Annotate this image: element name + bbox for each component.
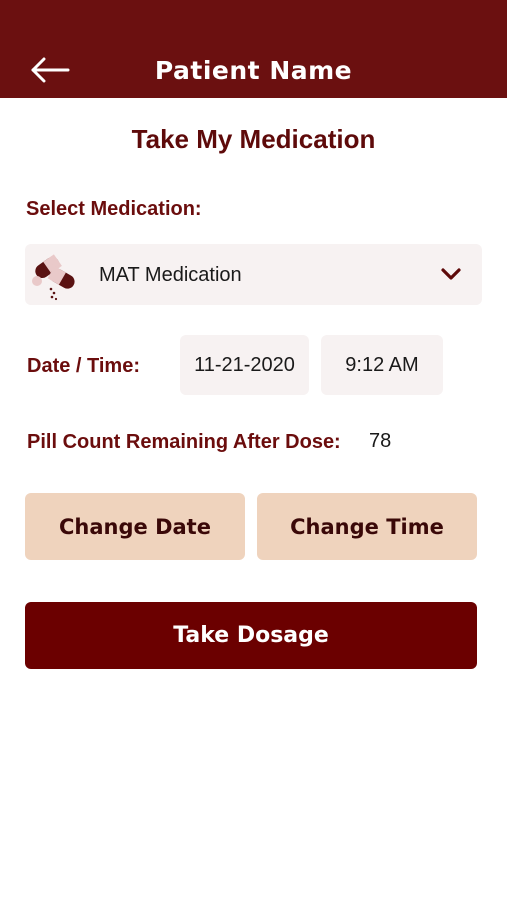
select-medication-label: Select Medication: <box>26 198 202 220</box>
date-display: 11-21-2020 <box>180 335 309 395</box>
pill-count-value: 78 <box>369 430 392 452</box>
pill-count-label: Pill Count Remaining After Dose: <box>27 431 341 453</box>
header-title: Patient Name <box>154 56 353 85</box>
date-time-label: Date / Time: <box>27 355 140 377</box>
medication-select[interactable]: MAT Medication <box>25 244 482 305</box>
chevron-down-icon <box>441 268 461 280</box>
page-title: Take My Medication <box>131 124 376 154</box>
time-display: 9:12 AM <box>321 335 443 395</box>
app-header: Patient Name <box>0 0 507 98</box>
selected-medication: MAT Medication <box>99 264 242 286</box>
change-date-button[interactable]: Change Date <box>25 493 245 560</box>
change-time-button[interactable]: Change Time <box>257 493 477 560</box>
take-dosage-button[interactable]: Take Dosage <box>25 602 477 669</box>
pill-capsule-icon <box>32 254 75 301</box>
